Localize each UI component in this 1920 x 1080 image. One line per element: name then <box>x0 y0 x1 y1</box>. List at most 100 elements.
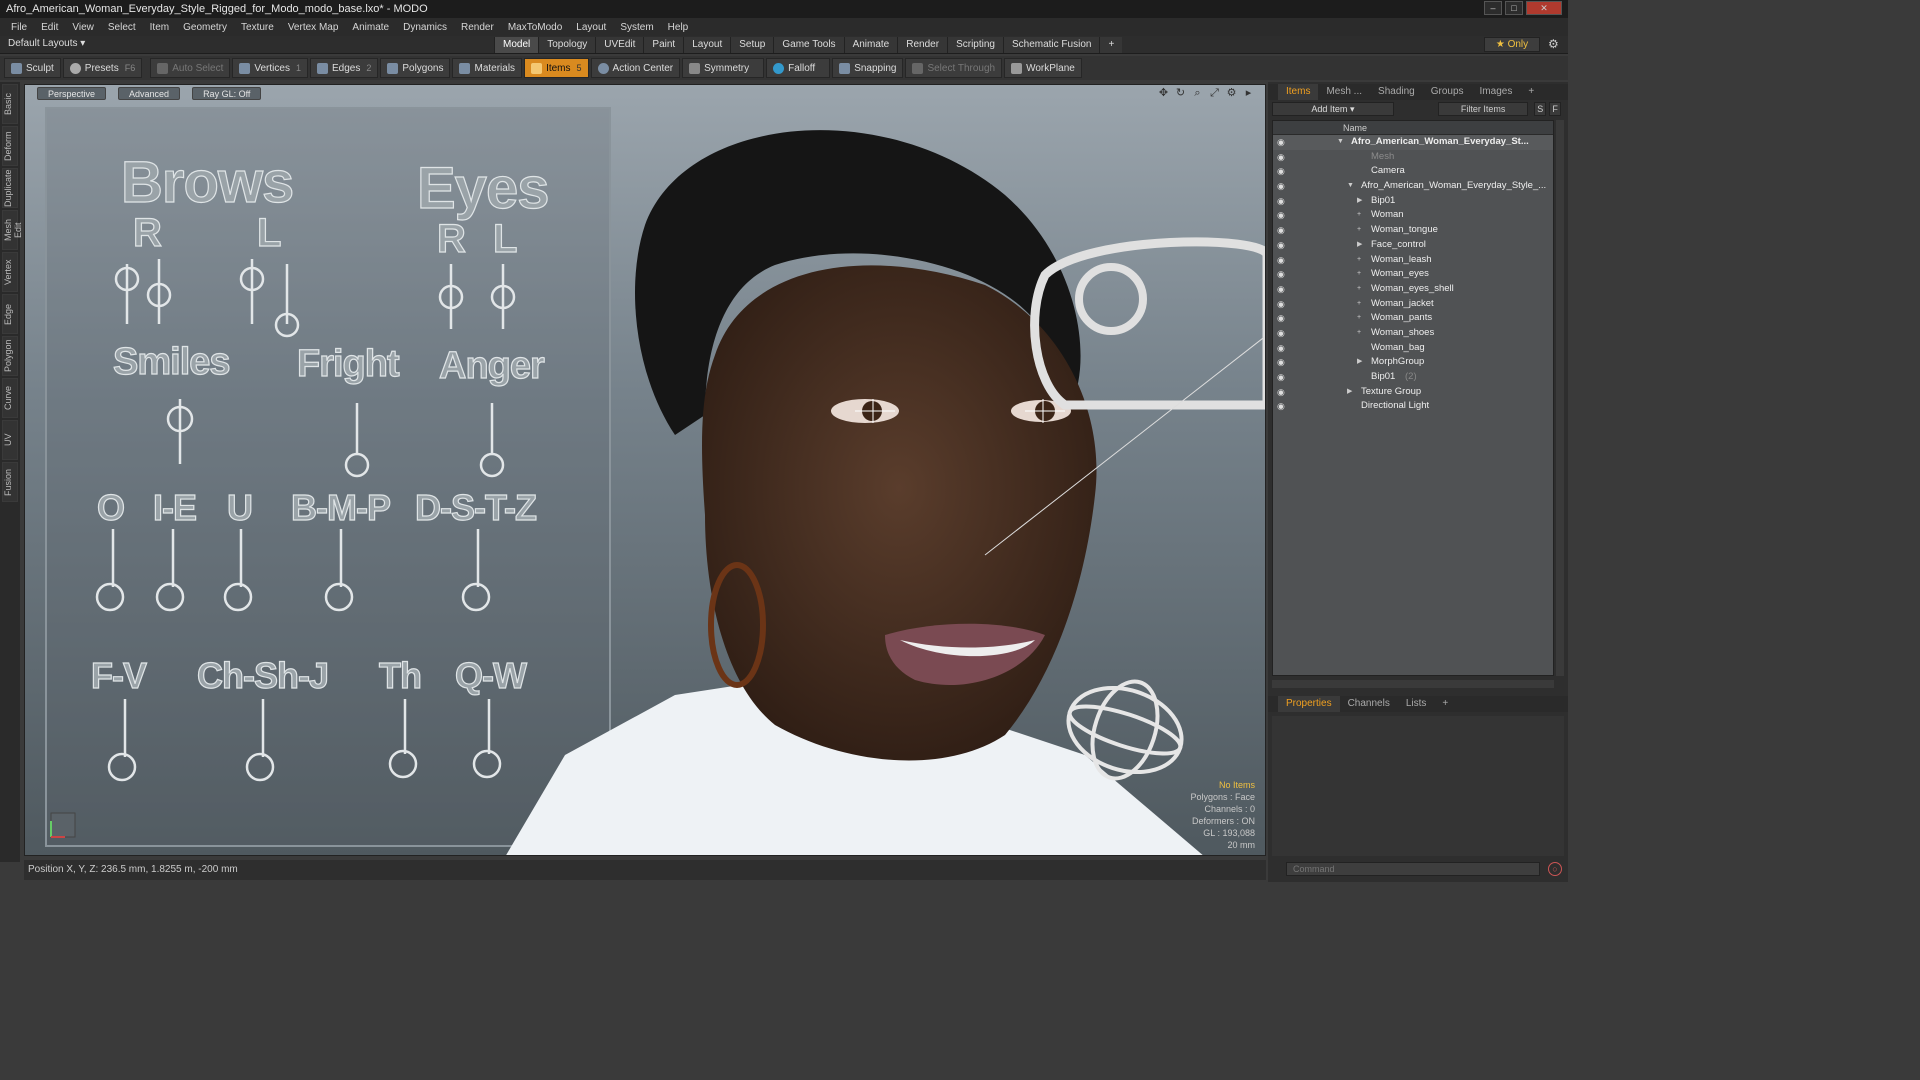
expand-icon[interactable]: ▶ <box>1357 194 1362 209</box>
visibility-eye-icon[interactable]: ◉ <box>1277 223 1285 238</box>
visibility-eye-icon[interactable]: ◉ <box>1277 150 1285 165</box>
visibility-eye-icon[interactable]: ◉ <box>1277 164 1285 179</box>
vertices-button[interactable]: Vertices 1 <box>232 58 308 78</box>
visibility-eye-icon[interactable]: ◉ <box>1277 267 1285 282</box>
tree-row[interactable]: ◉ ▼ Afro_American_Woman_Everyday_Style_... <box>1273 179 1553 194</box>
add-properties-tab-button[interactable]: + <box>1434 696 1456 712</box>
tree-row[interactable]: ◉ Camera <box>1273 164 1553 179</box>
tab-game-tools[interactable]: Game Tools <box>773 37 844 53</box>
sculpt-button[interactable]: Sculpt <box>4 58 61 78</box>
visibility-eye-icon[interactable]: ◉ <box>1277 253 1285 268</box>
maximize-button[interactable]: □ <box>1505 1 1523 15</box>
expand-icon[interactable]: + <box>1357 282 1361 297</box>
filter-items-button[interactable]: Filter Items <box>1437 102 1529 116</box>
symmetry-button[interactable]: Symmetry <box>682 58 765 78</box>
3d-viewport[interactable]: Perspective Advanced Ray GL: Off ✥ ↻ ⌕ ⤢… <box>24 84 1266 856</box>
menu-item[interactable]: Item <box>143 22 176 33</box>
command-input[interactable] <box>1286 862 1540 876</box>
tree-row[interactable]: ◉ + Woman_tongue <box>1273 223 1553 238</box>
tree-row[interactable]: ◉ ▶ Bip01 <box>1273 194 1553 209</box>
zoom-icon[interactable]: ⌕ <box>1191 87 1204 99</box>
shading-dropdown[interactable]: Advanced <box>118 86 181 100</box>
left-tab-edge[interactable]: Edge <box>2 294 18 334</box>
items-button[interactable]: Items 5 <box>524 58 589 78</box>
visibility-eye-icon[interactable]: ◉ <box>1277 385 1285 400</box>
edges-button[interactable]: Edges 2 <box>309 58 379 78</box>
tab-animate[interactable]: Animate <box>843 37 898 53</box>
left-tab-uv[interactable]: UV <box>2 420 18 460</box>
tab-paint[interactable]: Paint <box>643 37 684 53</box>
tree-row[interactable]: ◉ ▶ Face_control <box>1273 238 1553 253</box>
expand-icon[interactable]: + <box>1357 223 1361 238</box>
add-item-button[interactable]: Add Item ▾ <box>1272 102 1394 116</box>
left-tab-polygon[interactable]: Polygon <box>2 336 18 376</box>
f-button[interactable]: F <box>1549 102 1561 116</box>
visibility-eye-icon[interactable]: ◉ <box>1277 370 1285 385</box>
tab-schematic-fusion[interactable]: Schematic Fusion <box>1002 37 1100 53</box>
menu-render[interactable]: Render <box>454 22 501 33</box>
left-tab-fusion[interactable]: Fusion <box>2 462 18 502</box>
viewport-gear-icon[interactable]: ⚙ <box>1225 87 1238 99</box>
tab-channels[interactable]: Channels <box>1340 696 1398 712</box>
tree-row[interactable]: ◉ + Woman_shoes <box>1273 326 1553 341</box>
tab-scripting[interactable]: Scripting <box>947 37 1003 53</box>
menu-texture[interactable]: Texture <box>234 22 281 33</box>
tree-horizontal-scrollbar[interactable] <box>1272 680 1554 688</box>
action-center-button[interactable]: Action Center <box>590 58 681 78</box>
tree-row[interactable]: ◉ + Woman_eyes <box>1273 267 1553 282</box>
visibility-eye-icon[interactable]: ◉ <box>1277 311 1285 326</box>
tree-row[interactable]: ◉ Mesh <box>1273 150 1553 165</box>
visibility-eye-icon[interactable]: ◉ <box>1277 355 1285 370</box>
expand-icon[interactable]: + <box>1357 311 1361 326</box>
visibility-eye-icon[interactable]: ◉ <box>1277 208 1285 223</box>
menu-dynamics[interactable]: Dynamics <box>396 22 454 33</box>
tab-topology[interactable]: Topology <box>538 37 596 53</box>
tab-layout[interactable]: Layout <box>683 37 731 53</box>
tab-properties[interactable]: Properties <box>1278 696 1340 712</box>
menu-geometry[interactable]: Geometry <box>176 22 234 33</box>
only-toggle[interactable]: ★ Only <box>1484 37 1540 52</box>
menu-file[interactable]: File <box>4 22 34 33</box>
fit-icon[interactable]: ⤢ <box>1208 87 1221 99</box>
tree-row[interactable]: ◉ ▼ Afro_American_Woman_Everyday_St... <box>1273 135 1553 150</box>
menu-maxtomodo[interactable]: MaxToModo <box>501 22 569 33</box>
select-through-button[interactable]: Select Through <box>905 58 1003 78</box>
expand-icon[interactable]: + <box>1357 297 1361 312</box>
workplane-button[interactable]: WorkPlane <box>1004 58 1082 78</box>
menu-animate[interactable]: Animate <box>345 22 396 33</box>
tab-model[interactable]: Model <box>494 37 539 53</box>
tree-row[interactable]: ◉ + Woman_pants <box>1273 311 1553 326</box>
expand-icon[interactable]: + <box>1357 326 1361 341</box>
tab-mesh[interactable]: Mesh ... <box>1318 84 1370 100</box>
tree-row[interactable]: ◉ Bip01 (2) <box>1273 370 1553 385</box>
materials-button[interactable]: Materials <box>452 58 523 78</box>
left-tab-curve[interactable]: Curve <box>2 378 18 418</box>
visibility-eye-icon[interactable]: ◉ <box>1277 135 1285 150</box>
s-button[interactable]: S <box>1534 102 1547 116</box>
menu-vertex-map[interactable]: Vertex Map <box>281 22 346 33</box>
expand-icon[interactable]: + <box>1357 267 1361 282</box>
tab-setup[interactable]: Setup <box>730 37 774 53</box>
tree-row[interactable]: ◉ ▶ MorphGroup <box>1273 355 1553 370</box>
tree-row[interactable]: ◉ Directional Light <box>1273 399 1553 414</box>
menu-edit[interactable]: Edit <box>34 22 65 33</box>
close-button[interactable]: ✕ <box>1526 1 1562 15</box>
add-tab-button[interactable]: + <box>1099 37 1123 53</box>
left-tab-duplicate[interactable]: Duplicate <box>2 168 18 208</box>
expand-icon[interactable]: ▼ <box>1337 135 1344 150</box>
polygons-button[interactable]: Polygons <box>380 58 451 78</box>
visibility-eye-icon[interactable]: ◉ <box>1277 282 1285 297</box>
view-mode-dropdown[interactable]: Perspective <box>37 86 107 100</box>
tree-row[interactable]: ◉ ▶ Texture Group <box>1273 385 1553 400</box>
tab-items[interactable]: Items <box>1278 84 1319 100</box>
expand-icon[interactable]: + <box>1357 253 1361 268</box>
column-name[interactable]: Name <box>1343 123 1367 133</box>
visibility-eye-icon[interactable]: ◉ <box>1277 341 1285 356</box>
expand-icon[interactable]: + <box>1357 208 1361 223</box>
presets-button[interactable]: Presets F6 <box>62 58 143 78</box>
menu-system[interactable]: System <box>613 22 660 33</box>
left-tab-basic[interactable]: Basic <box>2 84 18 124</box>
visibility-eye-icon[interactable]: ◉ <box>1277 326 1285 341</box>
tree-row[interactable]: ◉ + Woman_jacket <box>1273 297 1553 312</box>
visibility-eye-icon[interactable]: ◉ <box>1277 297 1285 312</box>
